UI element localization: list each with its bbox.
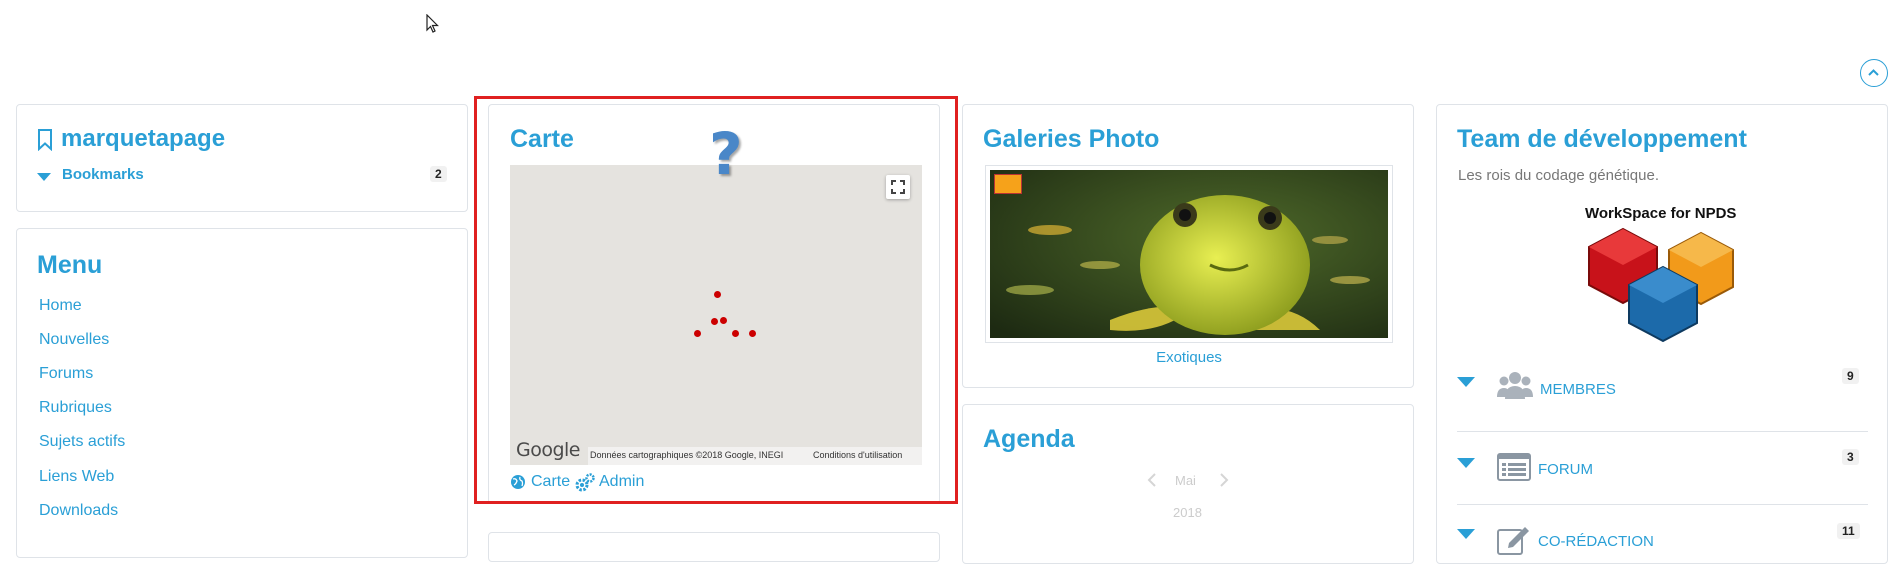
agenda-month: Mai bbox=[1175, 473, 1196, 488]
gallery-badge-icon bbox=[994, 174, 1022, 194]
scroll-top-button[interactable] bbox=[1860, 59, 1888, 87]
gallery-card-title: Galeries Photo bbox=[983, 125, 1160, 153]
chevron-right-icon[interactable] bbox=[1219, 473, 1229, 487]
menu-item-forums[interactable]: Forums bbox=[39, 365, 93, 383]
menu-item-sujets-actifs[interactable]: Sujets actifs bbox=[39, 433, 125, 451]
chevron-up-icon bbox=[1868, 69, 1879, 76]
gallery-caption-link[interactable]: Exotiques bbox=[963, 349, 1415, 366]
menu-item-home[interactable]: Home bbox=[39, 297, 82, 315]
bookmark-card: marquetapage Bookmarks 2 bbox=[16, 104, 468, 212]
menu-card: Menu Home Nouvelles Forums Rubriques Suj… bbox=[16, 228, 468, 558]
users-icon bbox=[1497, 372, 1533, 399]
agenda-card: Agenda Mai 2018 bbox=[962, 404, 1414, 564]
team-subtitle: Les rois du codage génétique. bbox=[1458, 167, 1659, 184]
bookmarks-count-badge: 2 bbox=[430, 166, 447, 182]
agenda-year: 2018 bbox=[1173, 505, 1202, 520]
menu-item-downloads[interactable]: Downloads bbox=[39, 502, 118, 520]
caret-down-icon[interactable] bbox=[1457, 458, 1475, 468]
gallery-card: Galeries Photo Exotiques bbox=[962, 104, 1414, 388]
highlight-box bbox=[474, 96, 958, 504]
menu-item-nouvelles[interactable]: Nouvelles bbox=[39, 331, 109, 349]
workspace-cubes-logo bbox=[1588, 227, 1734, 343]
empty-card bbox=[488, 532, 940, 562]
forum-count-badge: 3 bbox=[1842, 449, 1859, 465]
caret-down-icon[interactable] bbox=[1457, 377, 1475, 387]
bookmarks-toggle[interactable]: Bookmarks bbox=[62, 166, 144, 183]
group-forum-link[interactable]: FORUM bbox=[1538, 461, 1593, 478]
group-membres-link[interactable]: MEMBRES bbox=[1540, 381, 1616, 398]
agenda-card-title: Agenda bbox=[983, 425, 1075, 453]
divider bbox=[1457, 504, 1868, 505]
mouse-cursor-icon bbox=[426, 14, 439, 33]
menu-item-liens-web[interactable]: Liens Web bbox=[39, 468, 114, 486]
membres-count-badge: 9 bbox=[1842, 368, 1859, 384]
co-redaction-count-badge: 11 bbox=[1837, 523, 1860, 539]
workspace-logo-title: WorkSpace for NPDS bbox=[1585, 205, 1737, 222]
team-card-title: Team de développement bbox=[1457, 125, 1747, 153]
list-icon bbox=[1497, 453, 1531, 481]
menu-title: Menu bbox=[37, 251, 103, 279]
fish-photo bbox=[990, 170, 1388, 338]
chevron-left-icon[interactable] bbox=[1147, 473, 1157, 487]
bookmark-card-title: marquetapage bbox=[61, 125, 226, 152]
menu-item-rubriques[interactable]: Rubriques bbox=[39, 399, 112, 417]
caret-down-icon[interactable] bbox=[1457, 529, 1475, 539]
edit-icon bbox=[1497, 527, 1529, 555]
bookmark-icon bbox=[38, 129, 52, 151]
gallery-photo[interactable] bbox=[985, 165, 1393, 343]
team-card: Team de développement Les rois du codage… bbox=[1436, 104, 1888, 564]
group-co-redaction-link[interactable]: CO-RÉDACTION bbox=[1538, 533, 1654, 550]
caret-down-icon[interactable] bbox=[37, 173, 51, 181]
divider bbox=[1457, 431, 1868, 432]
